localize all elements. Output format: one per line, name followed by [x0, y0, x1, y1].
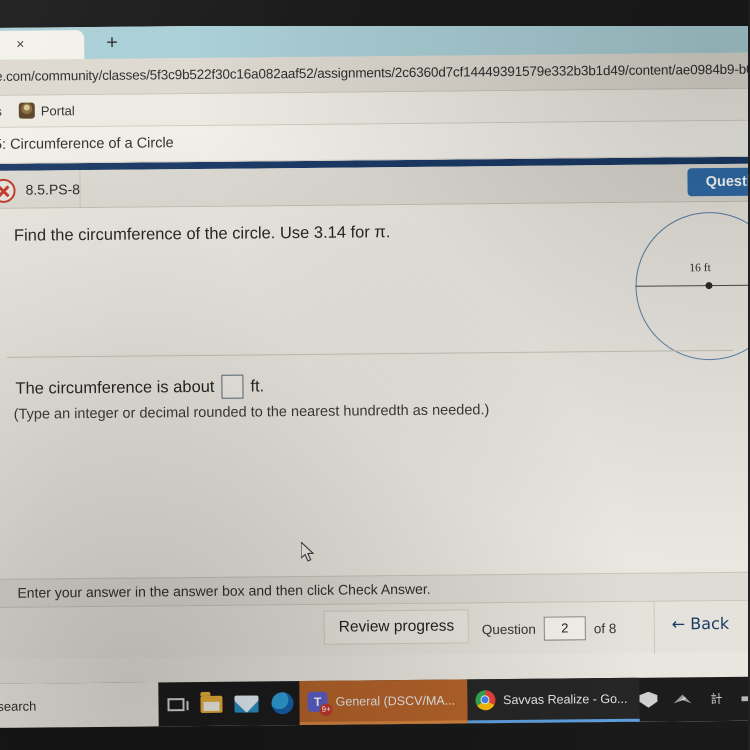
file-explorer-button[interactable]	[194, 682, 230, 726]
header-divider	[79, 170, 81, 209]
taskbar-item-chrome[interactable]: Savvas Realize - Go...	[466, 677, 640, 724]
security-shield-icon[interactable]	[639, 692, 657, 708]
ime-language-icon[interactable]: 計	[707, 691, 725, 707]
taskbar-chrome-label: Savvas Realize - Go...	[503, 691, 628, 707]
photo-bezel-top	[0, 0, 750, 26]
taskbar-teams-label: General (DSCV/MA...	[335, 693, 456, 709]
network-disconnected-icon[interactable]	[673, 691, 691, 707]
photographed-screen: × + ze.com/community/classes/5f3c9b522f3…	[0, 0, 750, 750]
photo-bezel-bottom	[0, 728, 750, 750]
teams-icon: T 9+	[307, 691, 333, 716]
task-view-icon	[167, 697, 185, 711]
answer-unit-text: ft.	[250, 376, 265, 395]
answer-line: The circumference is about ft.	[15, 374, 264, 400]
page-title-bar: 8-5: Circumference of a Circle	[0, 120, 750, 164]
close-icon[interactable]: ×	[16, 36, 24, 52]
mail-button[interactable]	[229, 681, 265, 725]
footer-divider	[653, 601, 656, 654]
exercise-footer: Review progress Question 2 of 8 ← Back	[0, 599, 750, 659]
question-nav-label: Question	[481, 621, 536, 637]
incorrect-x-icon	[0, 178, 16, 203]
windows-taskbar: o search T9+ General (DSCV/MA... Savvas …	[0, 676, 750, 728]
question-total-label: of 8	[593, 620, 617, 636]
windows-search-input[interactable]: o search	[0, 682, 160, 728]
folder-icon	[200, 695, 223, 713]
search-placeholder-text: o search	[0, 698, 37, 714]
question-prompt: Find the circumference of the circle. Us…	[13, 223, 391, 245]
diameter-label: 16 ft	[689, 262, 711, 275]
review-progress-button[interactable]: Review progress	[323, 609, 470, 645]
page-title: 8-5: Circumference of a Circle	[0, 135, 174, 154]
answer-input[interactable]	[221, 374, 244, 399]
screen-content: × + ze.com/community/classes/5f3c9b522f3…	[0, 20, 750, 728]
question-content: Find the circumference of the circle. Us…	[0, 201, 750, 579]
exercise-id: 8.5.PS-8	[25, 181, 81, 198]
content-divider	[7, 349, 734, 358]
answer-format-hint: (Type an integer or decimal rounded to t…	[13, 402, 490, 423]
bookmark-folder-label[interactable]: ks	[0, 104, 2, 119]
circle-center-dot	[705, 282, 713, 290]
task-view-button[interactable]	[159, 682, 195, 726]
question-number-input[interactable]: 2	[543, 616, 586, 641]
bookmark-portal[interactable]: Portal	[41, 103, 75, 118]
teams-badge: 9+	[319, 703, 333, 716]
edge-icon	[270, 692, 294, 715]
instruction-text: Enter your answer in the answer box and …	[17, 580, 431, 601]
answer-prefix-text: The circumference is about	[15, 377, 215, 398]
back-button[interactable]: ← Back	[672, 614, 730, 634]
chrome-icon	[474, 689, 496, 710]
edge-button[interactable]	[264, 681, 300, 725]
circle-figure: 16 ft	[625, 206, 750, 363]
question-navigator: Question 2 of 8	[482, 616, 617, 641]
question-help-button[interactable]: Question	[687, 167, 750, 197]
browser-tab[interactable]	[0, 30, 85, 60]
portal-favicon-icon	[18, 102, 35, 119]
new-tab-button[interactable]: +	[106, 32, 118, 54]
system-tray: 計	[639, 691, 750, 708]
mail-icon	[234, 694, 259, 713]
url-text[interactable]: ze.com/community/classes/5f3c9b522f30c16…	[0, 61, 750, 84]
taskbar-item-teams[interactable]: T 9+ General (DSCV/MA...	[299, 679, 468, 726]
